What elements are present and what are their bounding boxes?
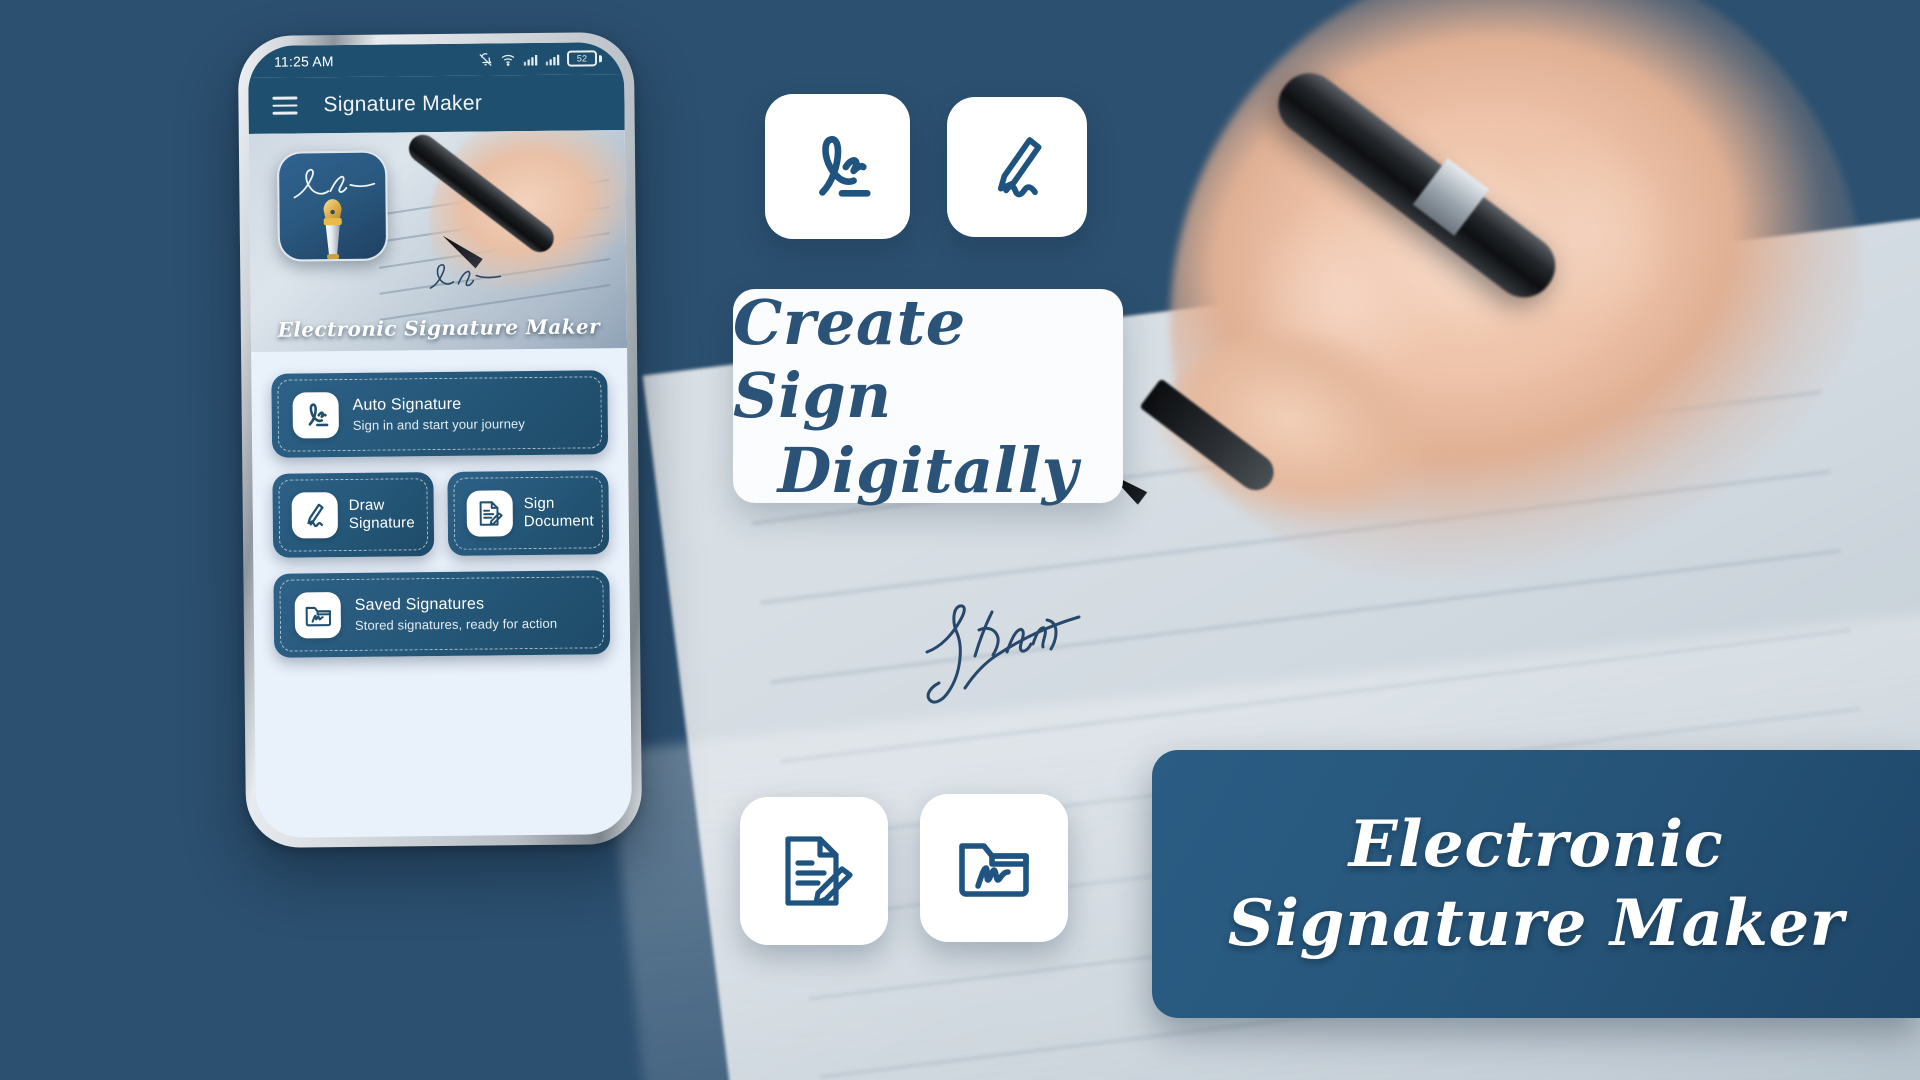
hero-caption: Electronic Signature Maker: [277, 314, 601, 342]
logo-pen-nib-icon: [323, 199, 342, 260]
phone-card-list: Auto Signature Sign in and start your jo…: [251, 348, 632, 838]
auto-signature-icon: [818, 135, 871, 197]
sign-document-icon: [466, 490, 514, 537]
hero-handwritten-signature: [429, 263, 502, 289]
card-title: Auto Signature: [352, 395, 462, 414]
headline-line-1: Create Sign: [733, 285, 966, 432]
card-text: Sign Document: [524, 495, 594, 531]
card-subtitle: Sign in and start your journey: [352, 416, 526, 433]
battery-cap: [598, 54, 603, 62]
saved-signatures-folder-icon: [959, 843, 1029, 897]
card-saved-signatures[interactable]: Saved Signatures Stored signatures, read…: [273, 570, 611, 658]
auto-signature-icon: [292, 392, 339, 439]
handwritten-signature-jhon: [925, 604, 1081, 704]
tile-auto-signature[interactable]: [765, 94, 910, 239]
battery-level: 52: [566, 50, 598, 67]
signal-icon: [545, 54, 560, 65]
saved-signatures-folder-icon: [294, 592, 342, 639]
card-auto-signature[interactable]: Auto Signature Sign in and start your jo…: [271, 370, 609, 458]
hero-banner: Electronic Signature Maker: [248, 130, 628, 352]
sign-document-icon: [785, 836, 853, 906]
status-bar-time: 11:25 AM: [273, 53, 334, 70]
bell-off-icon: [479, 52, 492, 66]
draw-signature-pen-icon: [291, 492, 339, 539]
card-dashed-border: Saved Signatures Stored signatures, read…: [279, 576, 605, 652]
banner-line-2: Signature Maker: [1227, 886, 1845, 961]
card-title: Sign Document: [523, 495, 594, 531]
status-bar-icons: 52: [478, 50, 603, 67]
bottom-banner: Electronic Signature Maker: [1152, 750, 1920, 1018]
hamburger-menu-icon[interactable]: [272, 96, 298, 115]
app-bar-title: Signature Maker: [323, 91, 483, 117]
wifi-icon: [501, 54, 515, 66]
card-text: Auto Signature Sign in and start your jo…: [353, 395, 525, 433]
status-bar: 11:25 AM 52: [247, 42, 625, 78]
card-sign-document[interactable]: Sign Document: [447, 470, 610, 556]
banner-line-1: Electronic: [1348, 807, 1724, 882]
tile-saved-signatures[interactable]: [920, 794, 1068, 942]
card-title: Draw Signature: [348, 496, 415, 532]
draw-signature-pen-icon: [997, 137, 1042, 198]
app-bar: Signature Maker: [248, 74, 625, 134]
app-logo-fountain-pen-icon: [276, 150, 389, 262]
tile-draw-signature[interactable]: [947, 97, 1087, 237]
card-title: Saved Signatures: [354, 595, 485, 614]
tile-sign-document[interactable]: [740, 797, 888, 945]
headline-card: Create Sign Digitally: [733, 285, 1123, 507]
card-text: Draw Signature: [349, 497, 419, 533]
card-dashed-border: Auto Signature Sign in and start your jo…: [277, 376, 603, 452]
phone-screen: 11:25 AM 52 Signature Maker Electronic S…: [247, 42, 633, 838]
signal-icon: [523, 54, 538, 66]
battery-icon: 52: [566, 50, 603, 67]
card-subtitle: Stored signatures, ready for action: [354, 615, 558, 633]
phone-mockup: 11:25 AM 52 Signature Maker Electronic S…: [237, 31, 643, 849]
card-dashed-border: Sign Document: [453, 476, 604, 550]
headline-line-2: Digitally: [777, 433, 1079, 507]
card-draw-signature[interactable]: Draw Signature: [272, 472, 435, 558]
card-row-two-up: Draw Signature Sign Document: [272, 470, 610, 574]
card-dashed-border: Draw Signature: [278, 478, 429, 552]
card-text: Saved Signatures Stored signatures, read…: [355, 595, 558, 633]
